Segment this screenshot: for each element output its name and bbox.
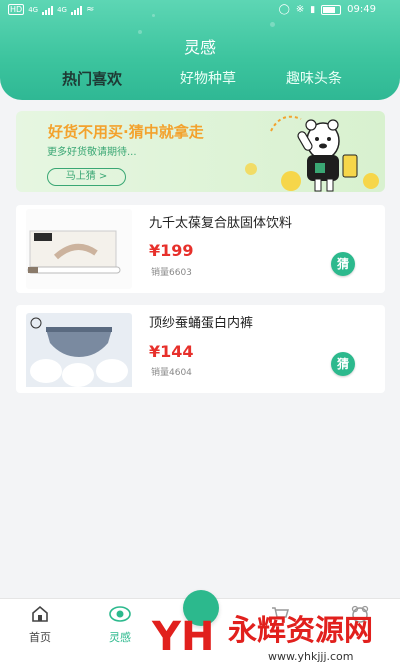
product-price: ¥144 xyxy=(149,342,194,361)
product-price: ¥199 xyxy=(149,241,194,260)
home-icon xyxy=(10,603,70,625)
header: HD 4G 4G ≈ ◯ ※ ▮ 09:49 灵感 热门喜欢 好物种草 趣味头条 xyxy=(0,0,400,100)
product-sales: 销量4604 xyxy=(151,368,192,378)
product-card[interactable]: 九千太葆复合肽固体饮料 ¥199 销量6603 猜 xyxy=(16,205,385,293)
network-type-2: 4G xyxy=(57,5,67,14)
banner-title: 好货不用买·猜中就拿走 xyxy=(48,123,204,141)
bluetooth-icon: ※ xyxy=(295,4,305,15)
network-type: 4G xyxy=(28,5,39,14)
tab-fun-headlines[interactable]: 趣味头条 xyxy=(286,68,342,88)
signal-icon-2 xyxy=(70,5,82,15)
banner-subtitle: 更多好货敬请期待... xyxy=(47,147,137,158)
guess-now-button[interactable]: 马上猜 > xyxy=(47,168,126,186)
hd-indicator: HD xyxy=(8,4,25,15)
page-title: 灵感 xyxy=(183,38,216,57)
eye-icon xyxy=(90,603,150,625)
status-time: 09:49 xyxy=(347,4,376,15)
battery-icon xyxy=(321,4,342,15)
tab-hot-likes[interactable]: 热门喜欢 xyxy=(62,68,122,89)
svg-text:www.yhkjjj.com: www.yhkjjj.com xyxy=(268,650,354,663)
wifi-icon: ≈ xyxy=(85,4,95,15)
tab-good-items[interactable]: 好物种草 xyxy=(180,68,236,88)
svg-text:YH: YH xyxy=(151,614,214,660)
product-image xyxy=(26,209,132,289)
product-card[interactable]: 顶纱蚕蛹蛋白内裤 ¥144 销量4604 猜 xyxy=(16,305,385,393)
product-sales: 销量6603 xyxy=(151,268,192,278)
yh-watermark-logo: YH 永辉资源网 www.yhkjjj.com xyxy=(151,613,373,663)
nav-inspiration[interactable]: 灵感 xyxy=(90,603,150,645)
underwear-image xyxy=(26,313,132,387)
guess-button[interactable]: 猜 xyxy=(331,352,355,376)
status-right: ◯ ※ ▮ 09:49 xyxy=(279,4,376,15)
tab-bar: 热门喜欢 好物种草 趣味头条 xyxy=(0,68,400,92)
status-bar: HD 4G 4G ≈ ◯ ※ ▮ 09:49 xyxy=(0,0,400,22)
decor-dot xyxy=(270,22,275,27)
product-name: 顶纱蚕蛹蛋白内裤 xyxy=(149,316,254,331)
nav-home-label: 首页 xyxy=(29,631,51,644)
signal-icon xyxy=(42,5,54,15)
guess-button[interactable]: 猜 xyxy=(331,252,355,276)
alarm-icon: ◯ xyxy=(278,4,290,15)
svg-text:永辉资源网: 永辉资源网 xyxy=(228,613,373,647)
nav-home[interactable]: 首页 xyxy=(10,603,70,645)
product-image xyxy=(26,313,132,393)
promo-banner[interactable]: 好货不用买·猜中就拿走 更多好货敬请期待... 马上猜 > xyxy=(16,111,385,192)
nav-inspiration-label: 灵感 xyxy=(109,631,131,644)
peptide-box-image xyxy=(26,209,132,289)
vibrate-icon: ▮ xyxy=(310,4,316,15)
status-left: HD 4G 4G ≈ xyxy=(8,4,94,15)
bear-mascot-illustration xyxy=(245,115,379,192)
product-name: 九千太葆复合肽固体饮料 xyxy=(149,216,293,231)
